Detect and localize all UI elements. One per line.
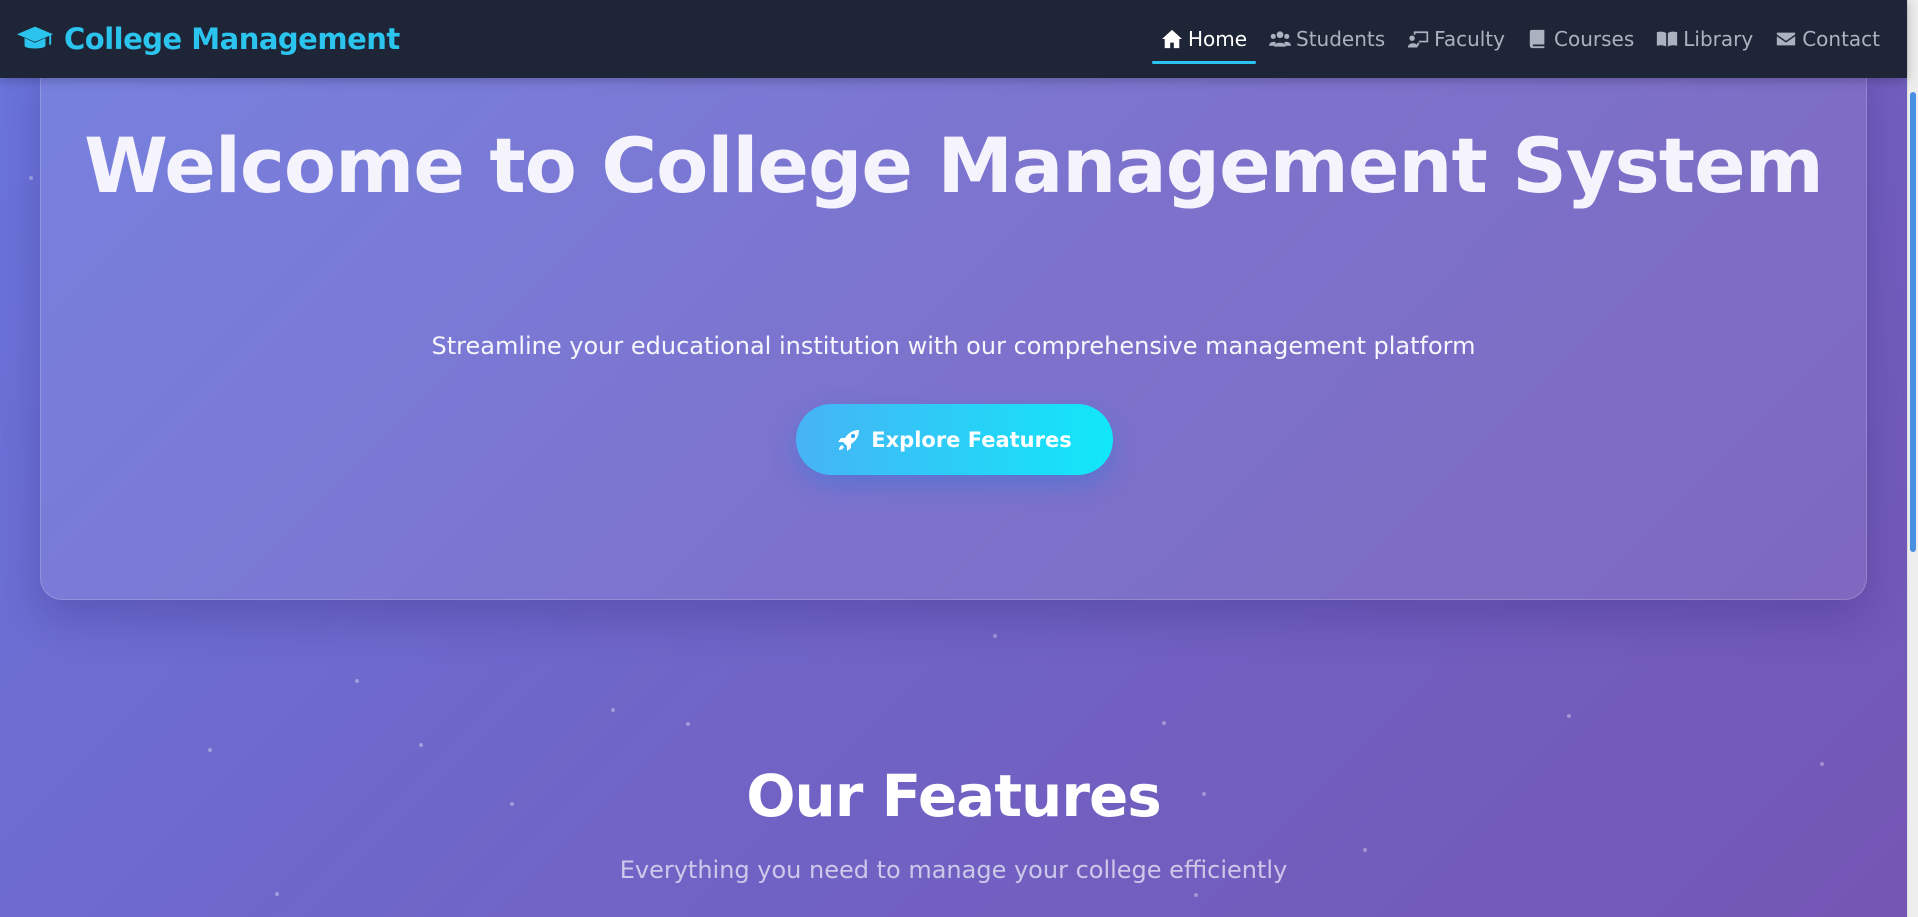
- nav-item-students[interactable]: Students: [1260, 0, 1394, 78]
- nav-item-faculty[interactable]: Faculty: [1398, 0, 1514, 78]
- chalkboard-teacher-icon: [1408, 31, 1429, 48]
- brand-name: College Management: [64, 22, 400, 56]
- nav-item-contact[interactable]: Contact: [1766, 0, 1889, 78]
- features-title: Our Features: [746, 762, 1162, 830]
- nav-item-courses[interactable]: Courses: [1518, 0, 1643, 78]
- brand-logo-link[interactable]: College Management: [16, 22, 400, 56]
- page-scrollbar[interactable]: [1907, 0, 1918, 917]
- book-icon: [1529, 29, 1545, 49]
- envelope-icon: [1777, 32, 1796, 46]
- hero-card: Welcome to College Management System Str…: [40, 55, 1867, 600]
- nav-item-library[interactable]: Library: [1647, 0, 1762, 78]
- nav-label-contact: Contact: [1802, 27, 1880, 51]
- users-icon: [1269, 31, 1291, 47]
- rocket-icon: [838, 429, 860, 451]
- nav-label-home: Home: [1187, 27, 1247, 51]
- nav-label-courses: Courses: [1554, 27, 1635, 51]
- nav-label-library: Library: [1683, 27, 1754, 51]
- explore-features-button[interactable]: Explore Features: [796, 404, 1113, 475]
- open-book-icon: [1657, 31, 1678, 47]
- nav-item-home[interactable]: Home: [1151, 0, 1257, 78]
- main-nav: Home Students Faculty Courses Library Co…: [1151, 0, 1889, 78]
- explore-features-label: Explore Features: [871, 427, 1072, 452]
- hero-title: Welcome to College Management System: [84, 121, 1824, 210]
- home-icon: [1161, 29, 1182, 49]
- top-navbar: College Management Home Students Faculty…: [0, 0, 1907, 78]
- nav-label-students: Students: [1296, 27, 1386, 51]
- nav-label-faculty: Faculty: [1434, 27, 1505, 51]
- scrollbar-thumb[interactable]: [1910, 92, 1916, 552]
- hero-subtitle: Streamline your educational institution …: [431, 332, 1476, 360]
- features-subtitle: Everything you need to manage your colle…: [619, 856, 1288, 884]
- graduation-cap-icon: [16, 26, 54, 49]
